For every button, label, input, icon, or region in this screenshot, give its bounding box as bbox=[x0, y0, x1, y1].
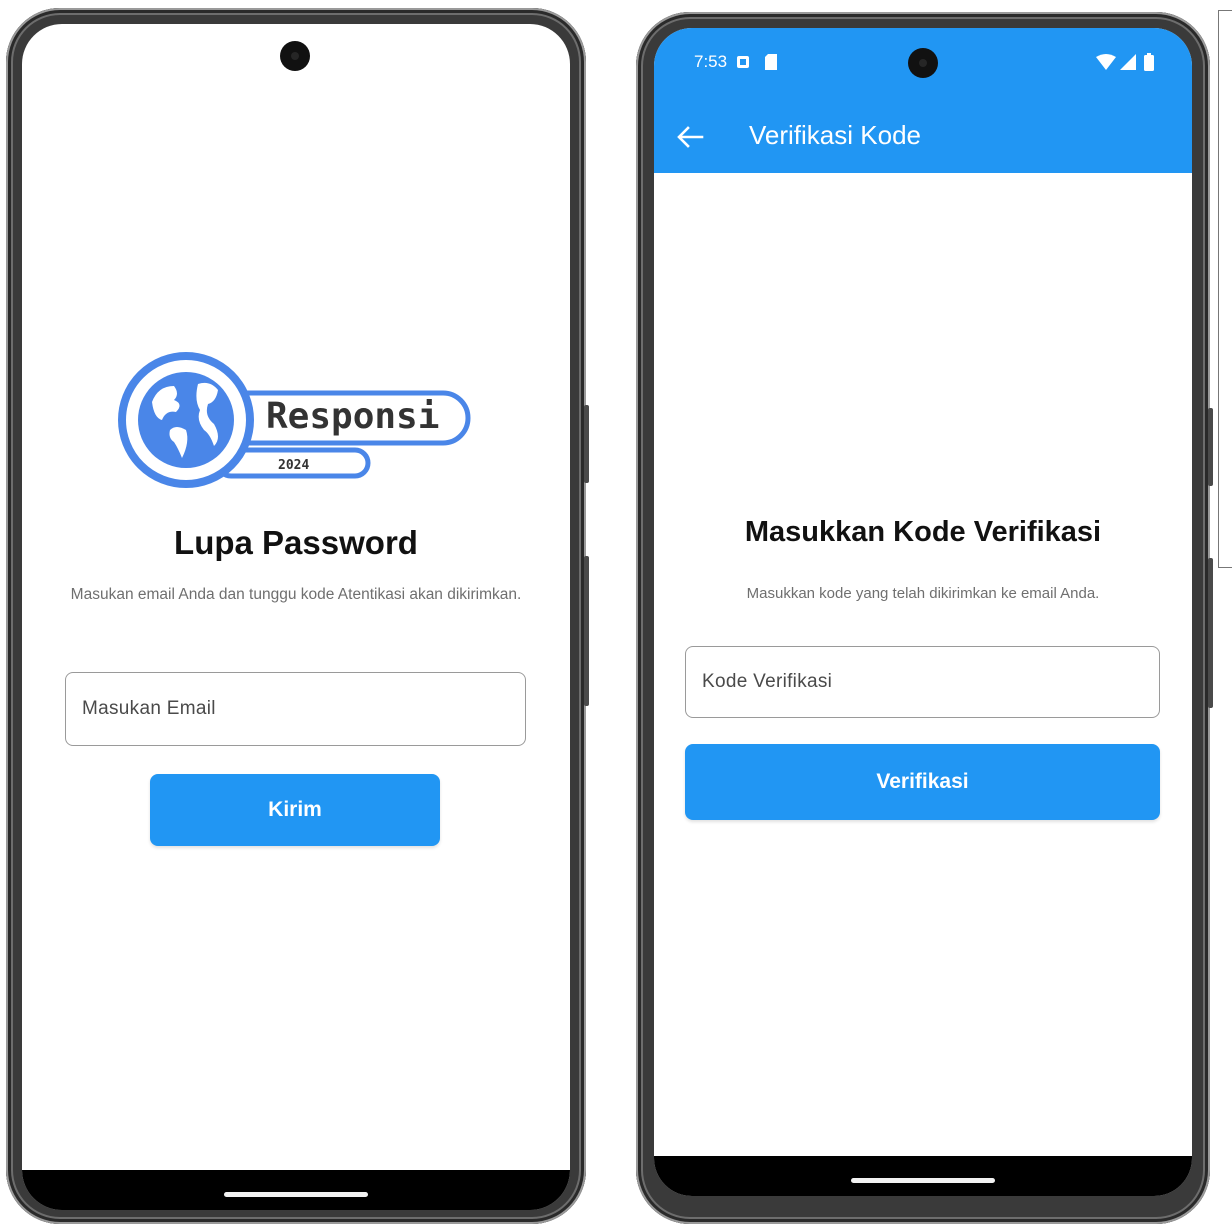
page-title: Masukkan Kode Verifikasi bbox=[744, 516, 1102, 548]
arrow-back-icon[interactable] bbox=[676, 126, 704, 148]
home-indicator[interactable] bbox=[224, 1192, 368, 1197]
sd-card-icon bbox=[765, 54, 777, 70]
app-bar-title: Verifikasi Kode bbox=[749, 120, 921, 150]
verify-button[interactable]: Verifikasi bbox=[685, 744, 1160, 820]
status-time: 7:53 bbox=[694, 52, 728, 71]
responsi-logo: Responsi 2024 bbox=[118, 352, 471, 488]
battery-icon bbox=[1144, 53, 1154, 71]
logo-year-text: 2024 bbox=[278, 458, 309, 473]
page-title: Lupa Password bbox=[174, 524, 418, 561]
forgot-password-screen: Responsi 2024 Lupa Password Masukan emai… bbox=[22, 24, 570, 1210]
send-button[interactable]: Kirim bbox=[150, 774, 440, 846]
page-subtitle: Masukan email Anda dan tunggu kode Atent… bbox=[70, 586, 522, 603]
logo-brand-text: Responsi bbox=[266, 396, 439, 437]
system-nav-bar bbox=[22, 1170, 570, 1210]
power-button-right bbox=[1208, 408, 1213, 486]
front-camera bbox=[280, 41, 310, 71]
page-subtitle: Masukkan kode yang telah dikirimkan ke e… bbox=[746, 585, 1100, 602]
verify-code-screen: 7:53 Verifikasi Kode Masukkan Kode Verif… bbox=[654, 28, 1192, 1196]
front-camera bbox=[908, 48, 938, 78]
wifi-icon bbox=[1096, 54, 1116, 70]
side-panel-edge bbox=[1218, 10, 1232, 568]
notification-icon bbox=[737, 56, 749, 68]
volume-button-left bbox=[584, 556, 589, 706]
email-field[interactable]: Masukan Email bbox=[65, 672, 526, 746]
verification-code-field[interactable]: Kode Verifikasi bbox=[685, 646, 1160, 718]
volume-button-right bbox=[1208, 558, 1213, 708]
home-indicator[interactable] bbox=[851, 1178, 995, 1183]
signal-icon bbox=[1120, 54, 1136, 70]
system-nav-bar bbox=[654, 1156, 1192, 1196]
power-button-left bbox=[584, 405, 589, 483]
